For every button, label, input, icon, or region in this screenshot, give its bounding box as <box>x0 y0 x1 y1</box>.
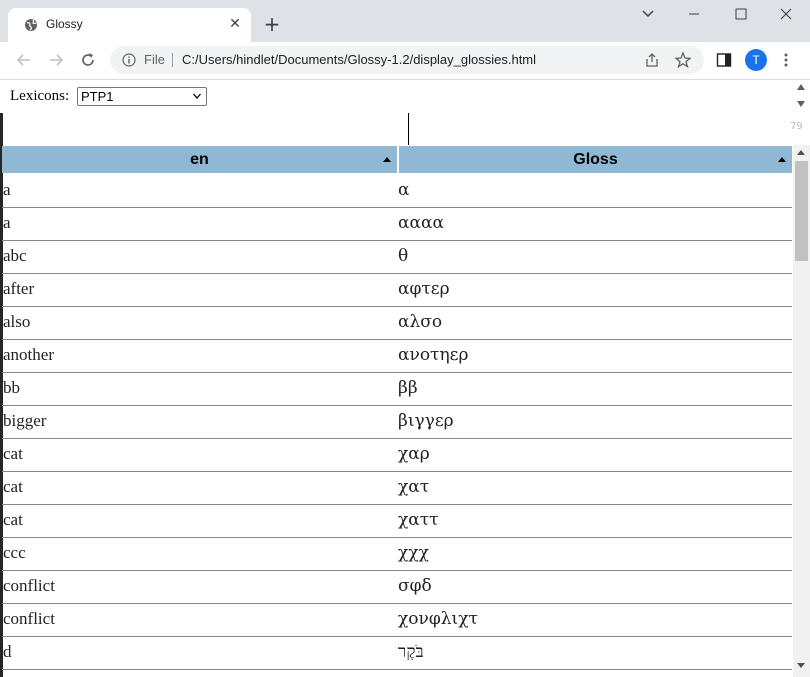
table-row[interactable]: cat χαρ <box>2 438 792 472</box>
lexicons-select[interactable]: PTP1 <box>77 87 207 106</box>
scrollbar-thumb[interactable] <box>795 161 808 261</box>
page-scroll-up-icon[interactable] <box>797 84 805 90</box>
address-bar[interactable]: File C:/Users/hindlet/Documents/Glossy-1… <box>110 46 704 74</box>
page-content: Lexicons: PTP1 79 en Gloss a α a αααα ab… <box>0 80 810 677</box>
bookmark-star-icon[interactable] <box>674 51 692 69</box>
cell-en: cat <box>3 477 23 496</box>
maximize-icon[interactable] <box>725 4 757 24</box>
cell-gloss: α <box>398 180 410 200</box>
cell-en: cat <box>3 444 23 463</box>
cell-gloss: αλσο <box>398 312 443 332</box>
cell-en: d <box>3 642 12 661</box>
cell-en: a <box>3 213 11 232</box>
reload-icon[interactable] <box>78 50 98 70</box>
chevron-down-icon <box>193 93 201 99</box>
text-cursor-line <box>408 113 409 145</box>
lexicons-label: Lexicons: <box>10 88 70 104</box>
profile-avatar[interactable]: T <box>745 49 767 71</box>
table-row[interactable]: abc θ <box>2 240 792 274</box>
column-header-gloss[interactable]: Gloss <box>399 146 792 173</box>
table-row[interactable]: another ανοτηερ <box>2 339 792 373</box>
close-window-icon[interactable] <box>770 4 802 24</box>
scroll-up-icon[interactable] <box>797 150 805 155</box>
column-header-label: en <box>190 151 209 168</box>
back-arrow-icon[interactable] <box>14 50 34 70</box>
sort-ascending-icon[interactable] <box>383 157 391 162</box>
menu-dots-icon[interactable] <box>784 52 788 68</box>
tab-close-icon[interactable]: ✕ <box>227 16 243 32</box>
table-row[interactable]: a αααα <box>2 207 792 241</box>
row-counter: 79 <box>790 121 803 132</box>
table-row[interactable]: conflict χονφλιχτ <box>2 603 792 637</box>
table-row[interactable]: also αλσο <box>2 306 792 340</box>
url-text[interactable]: C:/Users/hindlet/Documents/Glossy-1.2/di… <box>182 52 536 67</box>
cell-en: conflict <box>3 609 55 628</box>
table-row[interactable]: ccc χχχ <box>2 537 792 571</box>
cell-gloss: χαρ <box>398 444 430 464</box>
table-header: en Gloss <box>2 145 792 174</box>
share-icon[interactable] <box>644 52 660 68</box>
gloss-table: en Gloss a α a αααα abc θ after αφτερ also αλσο an… <box>2 145 792 677</box>
cell-en: another <box>3 345 54 364</box>
cell-gloss: בֹּקֶר <box>398 642 424 662</box>
page-scroll-down-icon[interactable] <box>797 101 805 107</box>
cell-en: abc <box>3 246 27 265</box>
url-separator <box>172 53 173 67</box>
table-row[interactable]: cat χαττ <box>2 504 792 538</box>
sort-ascending-icon[interactable] <box>778 157 786 162</box>
cell-gloss: αααα <box>398 213 444 233</box>
forward-arrow-icon[interactable] <box>46 50 66 70</box>
browser-toolbar: File C:/Users/hindlet/Documents/Glossy-1… <box>0 42 810 80</box>
scroll-down-icon[interactable] <box>797 663 805 668</box>
cell-en: also <box>3 312 31 331</box>
column-header-label: Gloss <box>573 151 618 168</box>
tab-title: Glossy <box>46 17 83 31</box>
cell-gloss: χχχ <box>398 543 429 563</box>
cell-gloss: σφδ <box>398 576 432 596</box>
new-tab-button[interactable]: + <box>262 14 282 34</box>
cell-gloss: ββ <box>398 378 418 398</box>
table-row[interactable]: aα <box>2 174 792 208</box>
cell-gloss: χονφλιχτ <box>398 609 478 629</box>
minimize-icon[interactable] <box>678 4 710 24</box>
info-icon[interactable] <box>122 53 136 67</box>
table-row[interactable]: conflict σφδ <box>2 570 792 604</box>
tab-glossy[interactable]: Glossy ✕ <box>8 8 251 42</box>
tab-strip: Glossy ✕ + <box>0 0 810 42</box>
cell-en: bb <box>3 378 20 397</box>
cell-en: cat <box>3 510 23 529</box>
url-scheme-label: File <box>144 52 165 67</box>
cell-en: after <box>3 279 35 298</box>
cell-gloss: χαττ <box>398 510 439 530</box>
cell-en: conflict <box>3 576 55 595</box>
cell-en: a <box>3 180 11 199</box>
table-row[interactable]: bigger βιγγερ <box>2 405 792 439</box>
cell-gloss: χατ <box>398 477 430 497</box>
cell-gloss: ανοτηερ <box>398 345 469 365</box>
table-row[interactable]: d בֹּקֶר <box>2 636 792 670</box>
table-row[interactable]: cat χατ <box>2 471 792 505</box>
side-panel-icon[interactable] <box>716 52 732 68</box>
globe-icon <box>25 19 37 31</box>
table-row[interactable]: after αφτερ <box>2 273 792 307</box>
cell-en: ccc <box>3 543 26 562</box>
cell-gloss: θ <box>398 246 409 266</box>
table-scrollbar[interactable] <box>793 145 810 677</box>
cell-gloss: αφτερ <box>398 279 450 299</box>
table-row[interactable]: bb ββ <box>2 372 792 406</box>
cell-gloss: βιγγερ <box>398 411 454 431</box>
cell-en: bigger <box>3 411 47 430</box>
column-header-en[interactable]: en <box>2 146 397 173</box>
lexicons-selected-value: PTP1 <box>81 89 114 104</box>
tab-search-chevron-icon[interactable] <box>632 4 664 24</box>
